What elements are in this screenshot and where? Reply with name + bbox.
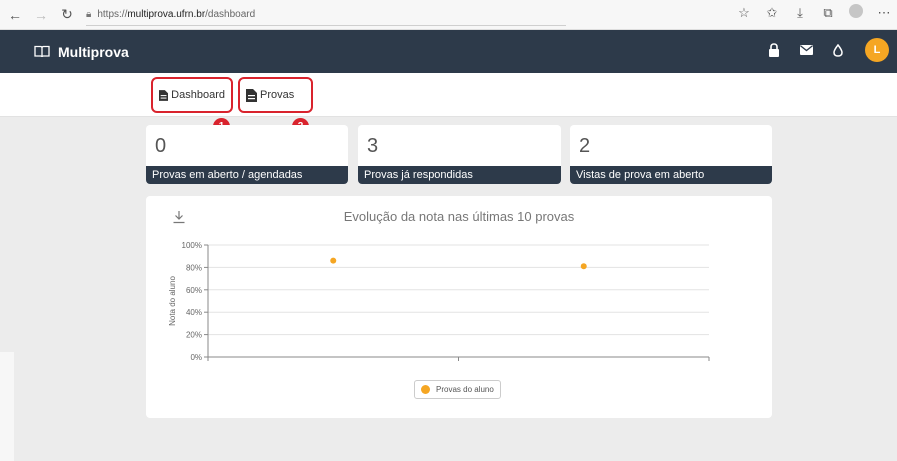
stat-card-open-reviews[interactable]: 2 Vistas de prova em aberto — [570, 125, 772, 184]
sub-navigation: Dashboard Provas — [0, 73, 897, 117]
y-tick-label: 60% — [186, 286, 202, 295]
nav-dashboard-label: Dashboard — [171, 89, 225, 101]
stat-value: 3 — [367, 135, 379, 157]
y-tick-label: 0% — [190, 353, 202, 362]
favorites-icon[interactable]: ✩ — [765, 5, 779, 21]
stat-label: Provas em aberto / agendadas — [146, 166, 348, 184]
brand[interactable]: Multiprova — [34, 44, 129, 60]
y-tick-label: 80% — [186, 263, 202, 272]
grade-evolution-chart: Evolução da nota nas últimas 10 provas 10… — [146, 196, 772, 418]
forward-icon[interactable]: → — [30, 4, 52, 26]
y-tick-label: 40% — [186, 308, 202, 317]
avatar[interactable]: L — [865, 38, 889, 62]
book-icon — [34, 45, 50, 58]
stat-value: 0 — [155, 135, 167, 157]
downloads-icon[interactable]: ⤓ — [793, 5, 807, 21]
nav-dashboard[interactable]: Dashboard — [151, 77, 233, 113]
download-icon[interactable] — [172, 210, 186, 224]
chart-legend[interactable]: Provas do aluno — [414, 380, 501, 399]
stat-card-answered-exams[interactable]: 3 Provas já respondidas — [358, 125, 561, 184]
browser-toolbar: ← → ↻ 🔒︎ https://multiprova.ufrn.br/dash… — [0, 0, 897, 30]
legend-label: Provas do aluno — [436, 385, 494, 394]
chart-title: Evolução da nota nas últimas 10 provas — [344, 209, 575, 224]
document-icon — [246, 88, 257, 102]
profile-icon[interactable] — [849, 4, 863, 21]
nav-provas[interactable]: Provas — [238, 77, 313, 113]
y-axis-label: Nota do aluno — [168, 276, 177, 326]
theme-drop-icon[interactable] — [831, 43, 845, 57]
y-tick-label: 100% — [182, 241, 202, 250]
legend-marker — [421, 385, 430, 394]
app-header: Multiprova L — [0, 30, 897, 73]
mail-icon[interactable] — [799, 43, 813, 57]
y-tick-label: 20% — [186, 331, 202, 340]
stat-card-open-exams[interactable]: 0 Provas em aberto / agendadas — [146, 125, 348, 184]
collections-icon[interactable]: ⧉ — [821, 5, 835, 21]
brand-name: Multiprova — [58, 43, 129, 60]
lock-icon[interactable] — [767, 43, 781, 57]
back-icon[interactable]: ← — [4, 4, 26, 26]
url-path: /dashboard — [205, 8, 256, 20]
lock-icon: 🔒︎ — [86, 8, 92, 20]
url-host: multiprova.ufrn.br — [127, 8, 206, 20]
more-icon[interactable]: ⋯ — [877, 5, 891, 21]
refresh-icon[interactable]: ↻ — [56, 4, 78, 26]
left-edge-strip — [0, 352, 14, 461]
data-point — [330, 257, 337, 264]
address-bar[interactable]: 🔒︎ https://multiprova.ufrn.br/dashboard — [86, 4, 566, 26]
stat-label: Vistas de prova em aberto — [570, 166, 772, 184]
stat-label: Provas já respondidas — [358, 166, 561, 184]
data-point — [580, 263, 587, 270]
read-aloud-icon[interactable]: ☆ — [737, 5, 751, 21]
stat-value: 2 — [579, 135, 591, 157]
nav-provas-label: Provas — [260, 89, 295, 101]
document-icon — [159, 89, 169, 101]
url-prefix: https:// — [97, 8, 128, 20]
